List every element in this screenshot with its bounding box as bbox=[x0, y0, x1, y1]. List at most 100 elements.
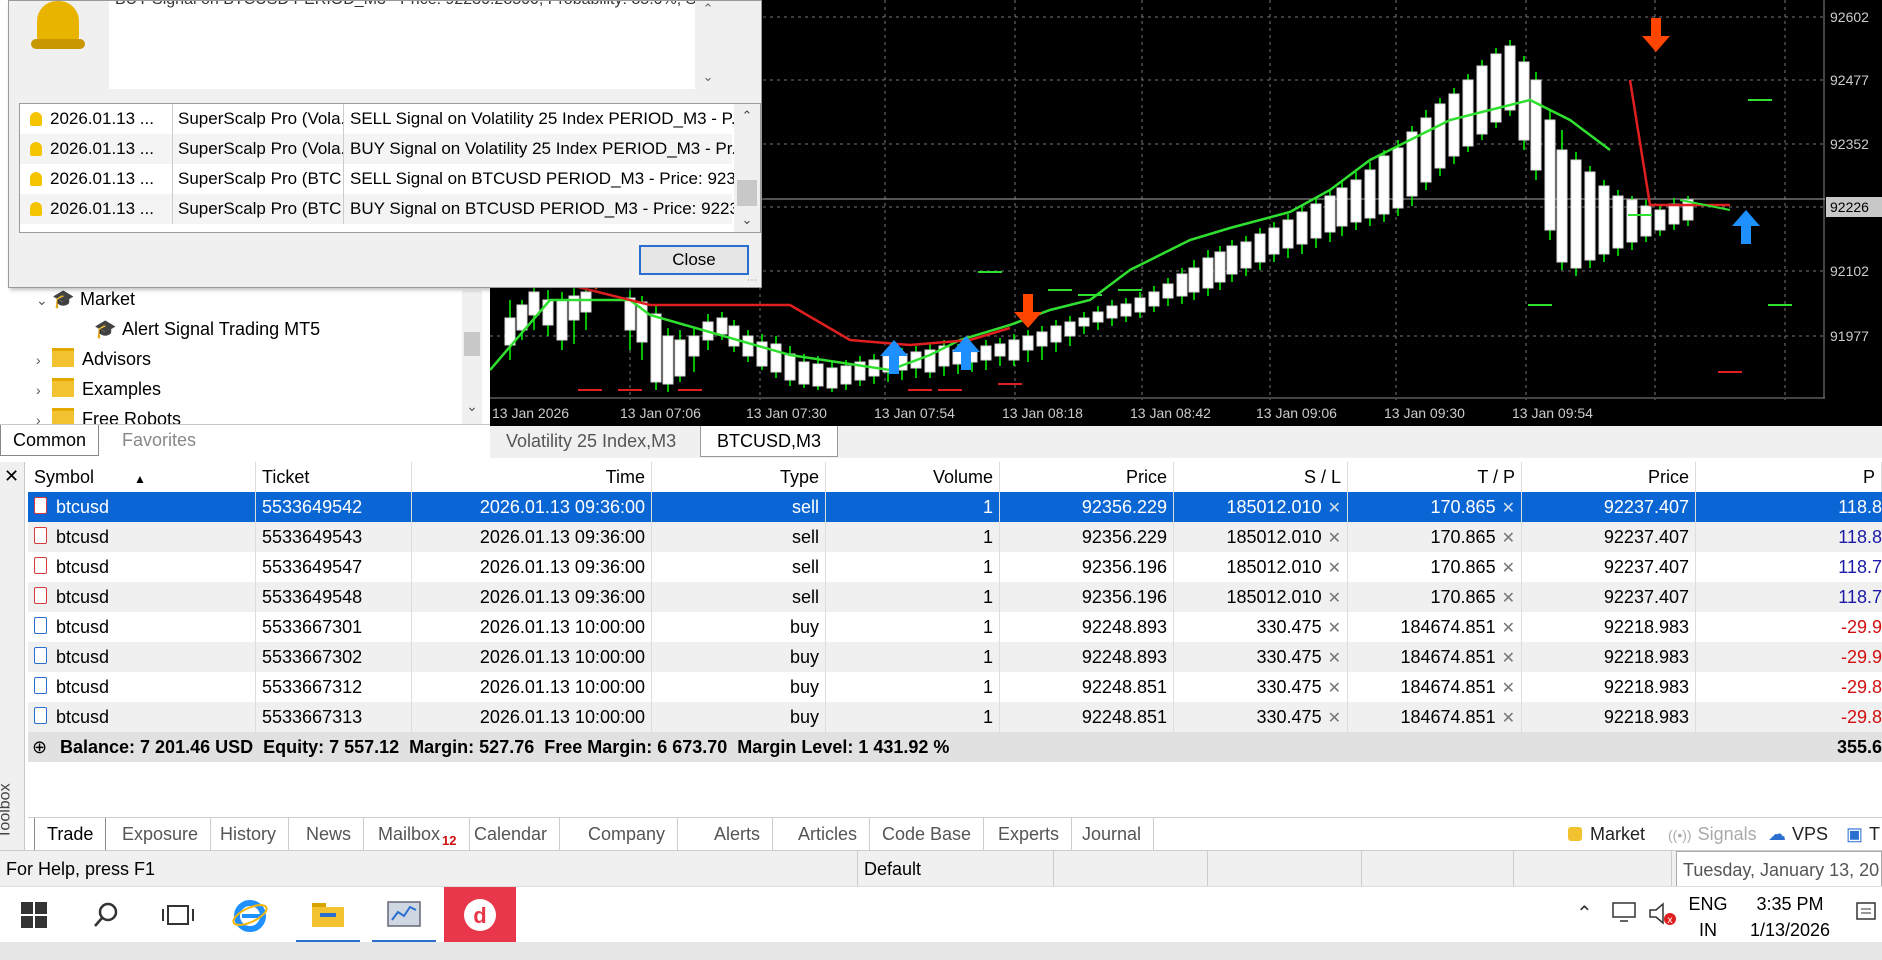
scroll-down-icon[interactable]: ⌄ bbox=[734, 212, 760, 228]
language-indicator[interactable]: ENG IN bbox=[1684, 891, 1732, 943]
close-button[interactable]: Close bbox=[639, 245, 749, 275]
table-row[interactable]: btcusd 5533649542 2026.01.13 09:36:00 sell 1… bbox=[28, 492, 1882, 522]
tab-experts[interactable]: Experts bbox=[986, 818, 1073, 850]
tab-common[interactable]: Common bbox=[0, 425, 100, 456]
scroll-thumb[interactable] bbox=[737, 180, 757, 206]
tab-t[interactable]: ▣ T bbox=[1834, 818, 1882, 850]
remove-tp-icon[interactable]: ✕ bbox=[1502, 710, 1515, 727]
chevron-down-icon[interactable]: ⌄ bbox=[36, 285, 52, 315]
tab-calendar[interactable]: Calendar bbox=[462, 818, 561, 850]
clock[interactable]: 3:35 PM 1/13/2026 bbox=[1740, 891, 1840, 943]
remove-sl-icon[interactable]: ✕ bbox=[1328, 620, 1341, 637]
remove-tp-icon[interactable]: ✕ bbox=[1502, 650, 1515, 667]
remove-sl-icon[interactable]: ✕ bbox=[1328, 500, 1341, 517]
remove-tp-icon[interactable]: ✕ bbox=[1502, 590, 1515, 607]
table-row[interactable]: btcusd 5533649547 2026.01.13 09:36:00 sell 1… bbox=[28, 552, 1882, 582]
expand-icon[interactable]: ⊕ bbox=[32, 732, 47, 762]
cell-tp[interactable]: 184674.851 ✕ bbox=[1348, 672, 1522, 702]
col-profit[interactable]: P bbox=[1696, 462, 1882, 492]
table-row[interactable]: btcusd 5533667302 2026.01.13 10:00:00 buy 1 9… bbox=[28, 642, 1882, 672]
cell-sl[interactable]: 185012.010 ✕ bbox=[1174, 522, 1348, 552]
profile-name[interactable]: Default bbox=[858, 851, 1054, 887]
tab-mailbox[interactable]: Mailbox 12 bbox=[366, 818, 470, 850]
cell-tp[interactable]: 184674.851 ✕ bbox=[1348, 642, 1522, 672]
cell-sl[interactable]: 330.475 ✕ bbox=[1174, 672, 1348, 702]
remove-sl-icon[interactable]: ✕ bbox=[1328, 560, 1341, 577]
network-icon[interactable] bbox=[1612, 901, 1638, 928]
table-row[interactable]: btcusd 5533667312 2026.01.13 10:00:00 buy 1 9… bbox=[28, 672, 1882, 702]
alert-row[interactable]: 2026.01.13 ... SuperScalp Pro (Vola... SEL… bbox=[20, 104, 734, 134]
cell-sl[interactable]: 185012.010 ✕ bbox=[1174, 492, 1348, 522]
chevron-right-icon[interactable]: › bbox=[36, 405, 52, 424]
tab-articles[interactable]: Articles bbox=[786, 818, 871, 850]
col-type[interactable]: Type bbox=[652, 462, 826, 492]
col-ticket[interactable]: Ticket bbox=[256, 462, 412, 492]
chevron-right-icon[interactable]: › bbox=[36, 375, 52, 405]
close-icon[interactable]: ✕ bbox=[4, 466, 19, 487]
cell-sl[interactable]: 185012.010 ✕ bbox=[1174, 552, 1348, 582]
col-sl[interactable]: S / L bbox=[1174, 462, 1348, 492]
tab-signals[interactable]: ((•)) Signals bbox=[1656, 818, 1769, 850]
scroll-thumb[interactable] bbox=[464, 332, 480, 356]
table-row[interactable]: btcusd 5533667313 2026.01.13 10:00:00 buy 1 9… bbox=[28, 702, 1882, 732]
cell-sl[interactable]: 185012.010 ✕ bbox=[1174, 582, 1348, 612]
tab-company[interactable]: Company bbox=[576, 818, 679, 850]
nav-item-advisors[interactable]: › Advisors bbox=[36, 344, 151, 374]
remove-tp-icon[interactable]: ✕ bbox=[1502, 530, 1515, 547]
cell-tp[interactable]: 184674.851 ✕ bbox=[1348, 702, 1522, 732]
nav-item-market[interactable]: ⌄ 🎓 Market bbox=[36, 284, 135, 314]
col-price[interactable]: Price bbox=[1000, 462, 1174, 492]
remove-tp-icon[interactable]: ✕ bbox=[1502, 620, 1515, 637]
table-row[interactable]: btcusd 5533649543 2026.01.13 09:36:00 sell 1… bbox=[28, 522, 1882, 552]
tab-code-base[interactable]: Code Base bbox=[870, 818, 985, 850]
resize-grip-icon[interactable]: ⋯ bbox=[747, 275, 757, 286]
alert-row[interactable]: 2026.01.13 ... SuperScalp Pro (Vola... BUY… bbox=[20, 134, 734, 164]
scroll-down-icon[interactable]: ⌄ bbox=[464, 398, 480, 415]
app-d-button[interactable]: d bbox=[444, 887, 516, 943]
col-current-price[interactable]: Price bbox=[1522, 462, 1696, 492]
show-hidden-icons-chevron[interactable]: ⌃ bbox=[1576, 901, 1593, 926]
nav-item-alert-signal[interactable]: 🎓 Alert Signal Trading MT5 bbox=[94, 314, 320, 344]
metatrader-app[interactable] bbox=[372, 887, 436, 943]
scroll-up-icon[interactable]: ⌃ bbox=[734, 108, 760, 124]
tab-favorites[interactable]: Favorites bbox=[110, 425, 208, 455]
tab-history[interactable]: History bbox=[208, 818, 290, 850]
col-symbol[interactable]: Symbol ▲ bbox=[28, 462, 256, 492]
remove-sl-icon[interactable]: ✕ bbox=[1328, 710, 1341, 727]
cell-tp[interactable]: 170.865 ✕ bbox=[1348, 492, 1522, 522]
col-volume[interactable]: Volume bbox=[826, 462, 1000, 492]
tab-vps[interactable]: ☁ VPS bbox=[1756, 818, 1840, 850]
start-button[interactable] bbox=[2, 887, 66, 943]
message-scrollbar[interactable]: ⌃ ⌄ bbox=[695, 1, 721, 89]
col-time[interactable]: Time bbox=[412, 462, 652, 492]
tab-journal[interactable]: Journal bbox=[1070, 818, 1155, 850]
tab-news[interactable]: News bbox=[294, 818, 365, 850]
alert-row[interactable]: 2026.01.13 ... SuperScalp Pro (BTC... SELL… bbox=[20, 164, 734, 194]
remove-sl-icon[interactable]: ✕ bbox=[1328, 650, 1341, 667]
nav-item-free-robots[interactable]: › Free Robots bbox=[36, 404, 181, 424]
remove-tp-icon[interactable]: ✕ bbox=[1502, 500, 1515, 517]
horizontal-scrollbar[interactable] bbox=[0, 942, 1882, 960]
table-row[interactable]: btcusd 5533649548 2026.01.13 09:36:00 sell 1… bbox=[28, 582, 1882, 612]
remove-tp-icon[interactable]: ✕ bbox=[1502, 560, 1515, 577]
chevron-right-icon[interactable]: › bbox=[36, 345, 52, 375]
cell-tp[interactable]: 170.865 ✕ bbox=[1348, 522, 1522, 552]
volume-muted-icon[interactable]: x bbox=[1648, 901, 1678, 932]
cell-tp[interactable]: 170.865 ✕ bbox=[1348, 552, 1522, 582]
tab-trade[interactable]: Trade bbox=[34, 818, 107, 851]
task-view-button[interactable] bbox=[146, 887, 210, 943]
nav-item-examples[interactable]: › Examples bbox=[36, 374, 161, 404]
notification-icon[interactable] bbox=[1856, 901, 1878, 930]
remove-sl-icon[interactable]: ✕ bbox=[1328, 530, 1341, 547]
table-row[interactable]: btcusd 5533667301 2026.01.13 10:00:00 buy 1 9… bbox=[28, 612, 1882, 642]
alert-list-scrollbar[interactable]: ⌃ ⌄ bbox=[734, 104, 760, 232]
remove-sl-icon[interactable]: ✕ bbox=[1328, 590, 1341, 607]
nav-scrollbar[interactable]: ⌄ bbox=[462, 290, 482, 424]
cell-sl[interactable]: 330.475 ✕ bbox=[1174, 612, 1348, 642]
cell-sl[interactable]: 330.475 ✕ bbox=[1174, 642, 1348, 672]
file-explorer-app[interactable] bbox=[296, 887, 360, 943]
tab-alerts[interactable]: Alerts bbox=[702, 818, 774, 850]
col-tp[interactable]: T / P bbox=[1348, 462, 1522, 492]
cell-sl[interactable]: 330.475 ✕ bbox=[1174, 702, 1348, 732]
cell-tp[interactable]: 170.865 ✕ bbox=[1348, 582, 1522, 612]
